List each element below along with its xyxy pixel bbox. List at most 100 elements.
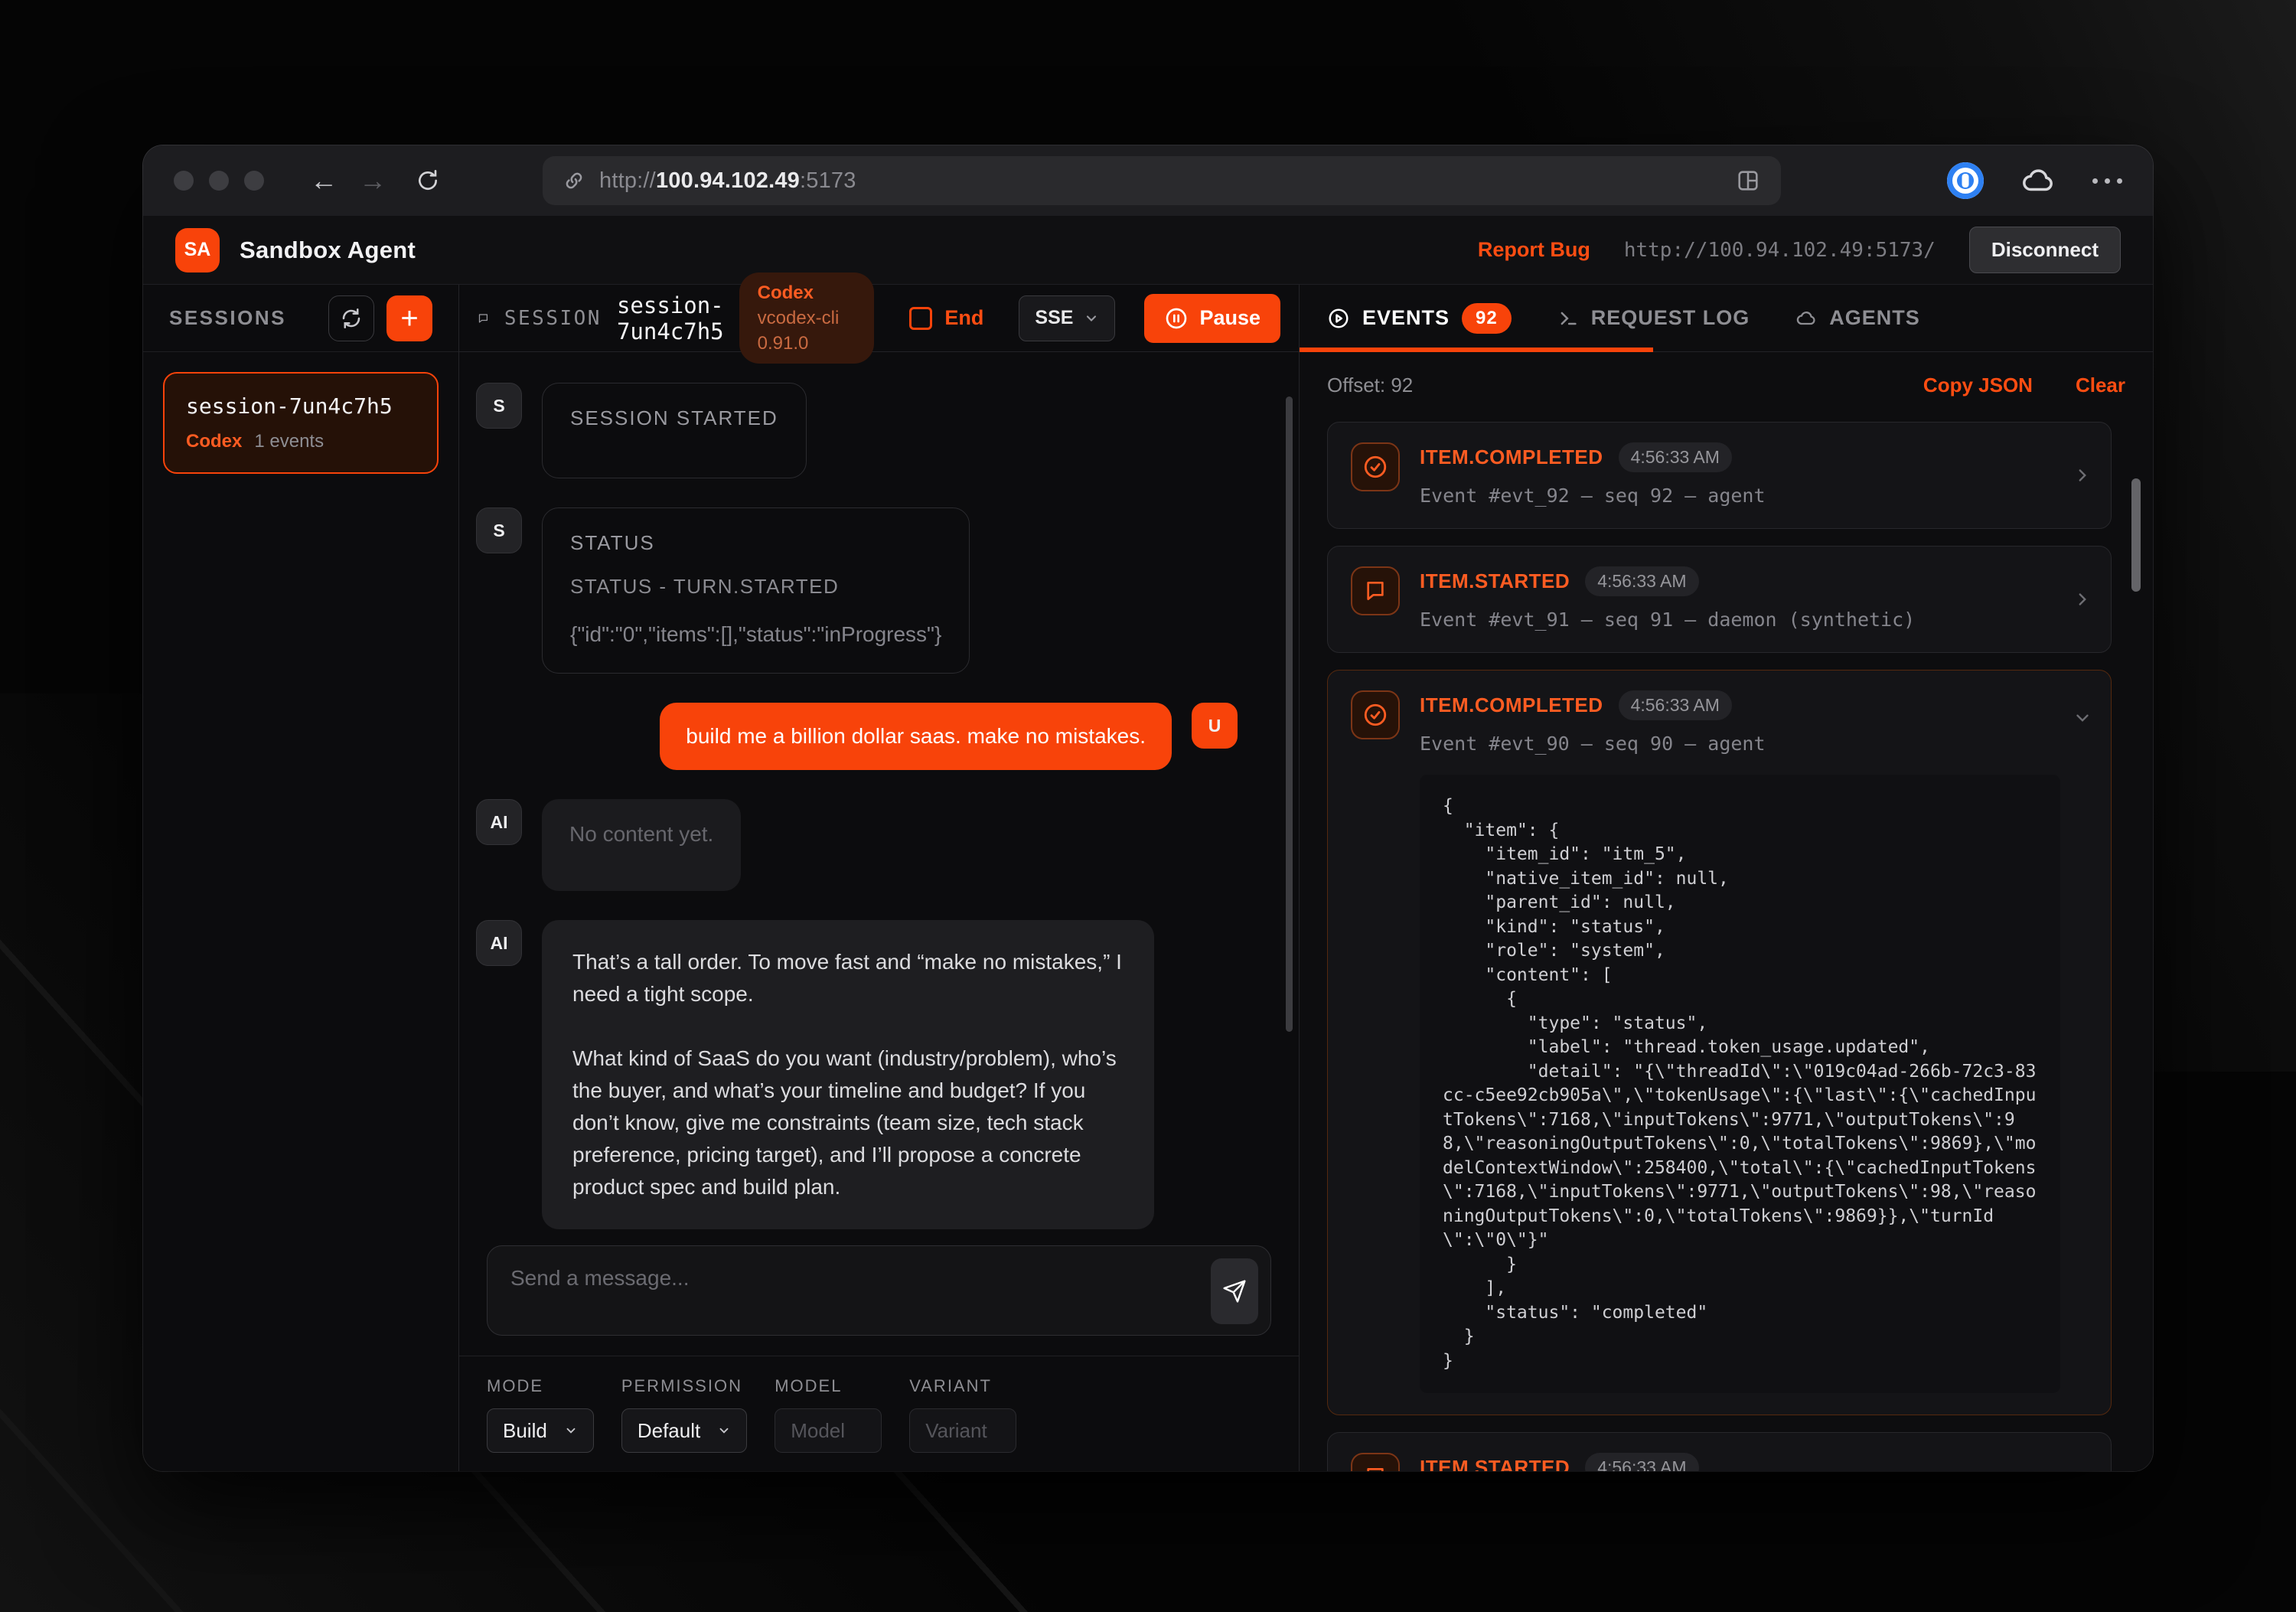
transport-select[interactable]: SSE [1019, 295, 1115, 341]
events-toolbar: Offset: 92 Copy JSON Clear [1300, 352, 2153, 408]
browser-menu-icon[interactable] [2092, 178, 2122, 184]
browser-chrome: ← → http://100.94.102.49:5173 [143, 145, 2153, 216]
chat-scrollbar[interactable] [1286, 396, 1293, 1032]
event-description: Event #evt_90 – seq 90 – agent [1420, 733, 2060, 755]
chevron-right-icon [2073, 589, 2092, 609]
window-controls [174, 171, 264, 191]
tab-events[interactable]: EVENTS 92 [1327, 303, 1512, 334]
browser-window: ← → http://100.94.102.49:5173 [143, 145, 2153, 1471]
event-type: ITEM.COMPLETED [1420, 693, 1603, 717]
permission-select[interactable]: Default [621, 1408, 747, 1453]
copy-json-button[interactable]: Copy JSON [1923, 374, 2033, 397]
tab-agents[interactable]: AGENTS [1795, 306, 1920, 330]
ai-message-empty: AI No content yet. [476, 799, 1238, 891]
minimize-window-button[interactable] [209, 171, 229, 191]
pause-icon [1164, 306, 1189, 331]
browser-extensions [1947, 162, 2122, 199]
url-text: http://100.94.102.49:5173 [599, 168, 856, 194]
check-circle-icon [1351, 690, 1400, 739]
event-time: 4:56:33 AM [1585, 1453, 1698, 1471]
chevron-down-icon [717, 1424, 731, 1437]
tab-request-log[interactable]: REQUEST LOG [1557, 306, 1750, 330]
disconnect-button[interactable]: Disconnect [1969, 227, 2121, 273]
mode-label: MODE [487, 1376, 594, 1396]
ai-message: AI That’s a tall order. To move fast and… [476, 920, 1238, 1229]
chevron-down-icon [564, 1424, 578, 1437]
offset-label: Offset: 92 [1327, 374, 1413, 397]
send-icon [1222, 1279, 1247, 1304]
event-type: ITEM.COMPLETED [1420, 445, 1603, 469]
report-bug-link[interactable]: Report Bug [1478, 238, 1590, 262]
end-label: End [944, 306, 983, 330]
session-name: session-7un4c7h5 [186, 393, 416, 419]
desktop-background: ← → http://100.94.102.49:5173 [0, 0, 2296, 1612]
user-avatar: U [1192, 703, 1238, 749]
server-url: http://100.94.102.49:5173/ [1624, 239, 1936, 262]
event-card[interactable]: ITEM.STARTED 4:56:33 AM Event #evt_91 – … [1327, 546, 2112, 653]
terminal-icon [1557, 308, 1579, 329]
app-header: SA Sandbox Agent Report Bug http://100.9… [143, 216, 2153, 285]
sessions-sidebar: SESSIONS + session-7un4c7h5 [143, 285, 459, 1471]
play-circle-icon [1327, 307, 1350, 330]
pause-button[interactable]: Pause [1144, 294, 1280, 343]
ai-avatar: AI [476, 799, 522, 845]
permission-label: PERMISSION [621, 1376, 747, 1396]
variant-label: VARIANT [909, 1376, 1016, 1396]
chevron-down-icon [2073, 708, 2092, 728]
session-list-item[interactable]: session-7un4c7h5 Codex 1 events [163, 372, 439, 474]
app-title: Sandbox Agent [240, 237, 416, 264]
app-logo: SA [175, 228, 220, 272]
clear-button[interactable]: Clear [2076, 374, 2125, 397]
events-list[interactable]: ITEM.COMPLETED 4:56:33 AM Event #evt_92 … [1300, 408, 2153, 1471]
chevron-down-icon [1084, 311, 1099, 326]
password-manager-icon[interactable] [1947, 162, 1984, 199]
send-button[interactable] [1211, 1258, 1258, 1324]
browser-back-button[interactable]: ← [299, 167, 348, 194]
chat-toolbar: SESSION session-7un4c7h5 Codex vcodex-cl… [459, 285, 1299, 352]
address-bar[interactable]: http://100.94.102.49:5173 [543, 156, 1781, 205]
system-message: S SESSION STARTED [476, 383, 1238, 478]
sessions-title: SESSIONS [169, 306, 286, 330]
end-checkbox[interactable] [909, 307, 932, 330]
chat-panel: SESSION session-7un4c7h5 Codex vcodex-cl… [459, 285, 1300, 1471]
event-description: Event #evt_91 – seq 91 – daemon (synthet… [1420, 609, 2060, 631]
event-type: ITEM.STARTED [1420, 569, 1570, 593]
refresh-sessions-button[interactable] [328, 295, 374, 341]
close-window-button[interactable] [174, 171, 194, 191]
maximize-window-button[interactable] [244, 171, 264, 191]
event-description: Event #evt_92 – seq 92 – agent [1420, 485, 2060, 507]
session-label: SESSION [504, 307, 602, 330]
check-circle-icon [1351, 442, 1400, 491]
event-card[interactable]: ITEM.COMPLETED 4:56:33 AM Event #evt_92 … [1327, 422, 2112, 529]
variant-input[interactable] [909, 1408, 1016, 1453]
status-bubble: STATUS STATUS - TURN.STARTED {"id":"0","… [542, 507, 970, 674]
user-bubble: build me a billion dollar saas. make no … [660, 703, 1172, 770]
event-card[interactable]: ITEM.STARTED 4:56:33 AM Event #evt_89 – … [1327, 1432, 2112, 1471]
cloud-icon[interactable] [2020, 163, 2056, 198]
mode-select[interactable]: Build [487, 1408, 594, 1453]
agent-version-badge: Codex vcodex-cli 0.91.0 [739, 272, 875, 364]
session-id: session-7un4c7h5 [617, 292, 724, 344]
message-input[interactable] [488, 1246, 1270, 1335]
status-message: S STATUS STATUS - TURN.STARTED {"id":"0"… [476, 507, 1238, 674]
message-list[interactable]: S SESSION STARTED S STATUS STATUS - TURN… [459, 352, 1299, 1235]
user-message: build me a billion dollar saas. make no … [476, 703, 1238, 770]
reader-grid-icon[interactable] [1735, 168, 1761, 194]
model-input[interactable] [775, 1408, 882, 1453]
reload-icon [416, 168, 440, 193]
cloud-icon [1795, 308, 1817, 329]
browser-reload-button[interactable] [405, 168, 451, 193]
browser-forward-button[interactable]: → [348, 167, 397, 194]
events-tabs: EVENTS 92 REQUEST LOG AGENTS [1300, 285, 2153, 352]
ai-bubble: That’s a tall order. To move fast and “m… [542, 920, 1154, 1229]
chevron-right-icon [2073, 465, 2092, 485]
active-tab-indicator [1300, 348, 1653, 352]
events-panel: EVENTS 92 REQUEST LOG AGENTS [1300, 285, 2153, 1471]
ai-empty-bubble: No content yet. [542, 799, 741, 891]
session-controls: MODE Build PERMISSION Default [459, 1356, 1299, 1471]
session-events-count: 1 events [254, 431, 324, 452]
events-count-badge: 92 [1462, 303, 1512, 334]
new-session-button[interactable]: + [386, 295, 432, 341]
events-scrollbar[interactable] [2131, 478, 2141, 592]
event-card-expanded[interactable]: ITEM.COMPLETED 4:56:33 AM Event #evt_90 … [1327, 670, 2112, 1415]
